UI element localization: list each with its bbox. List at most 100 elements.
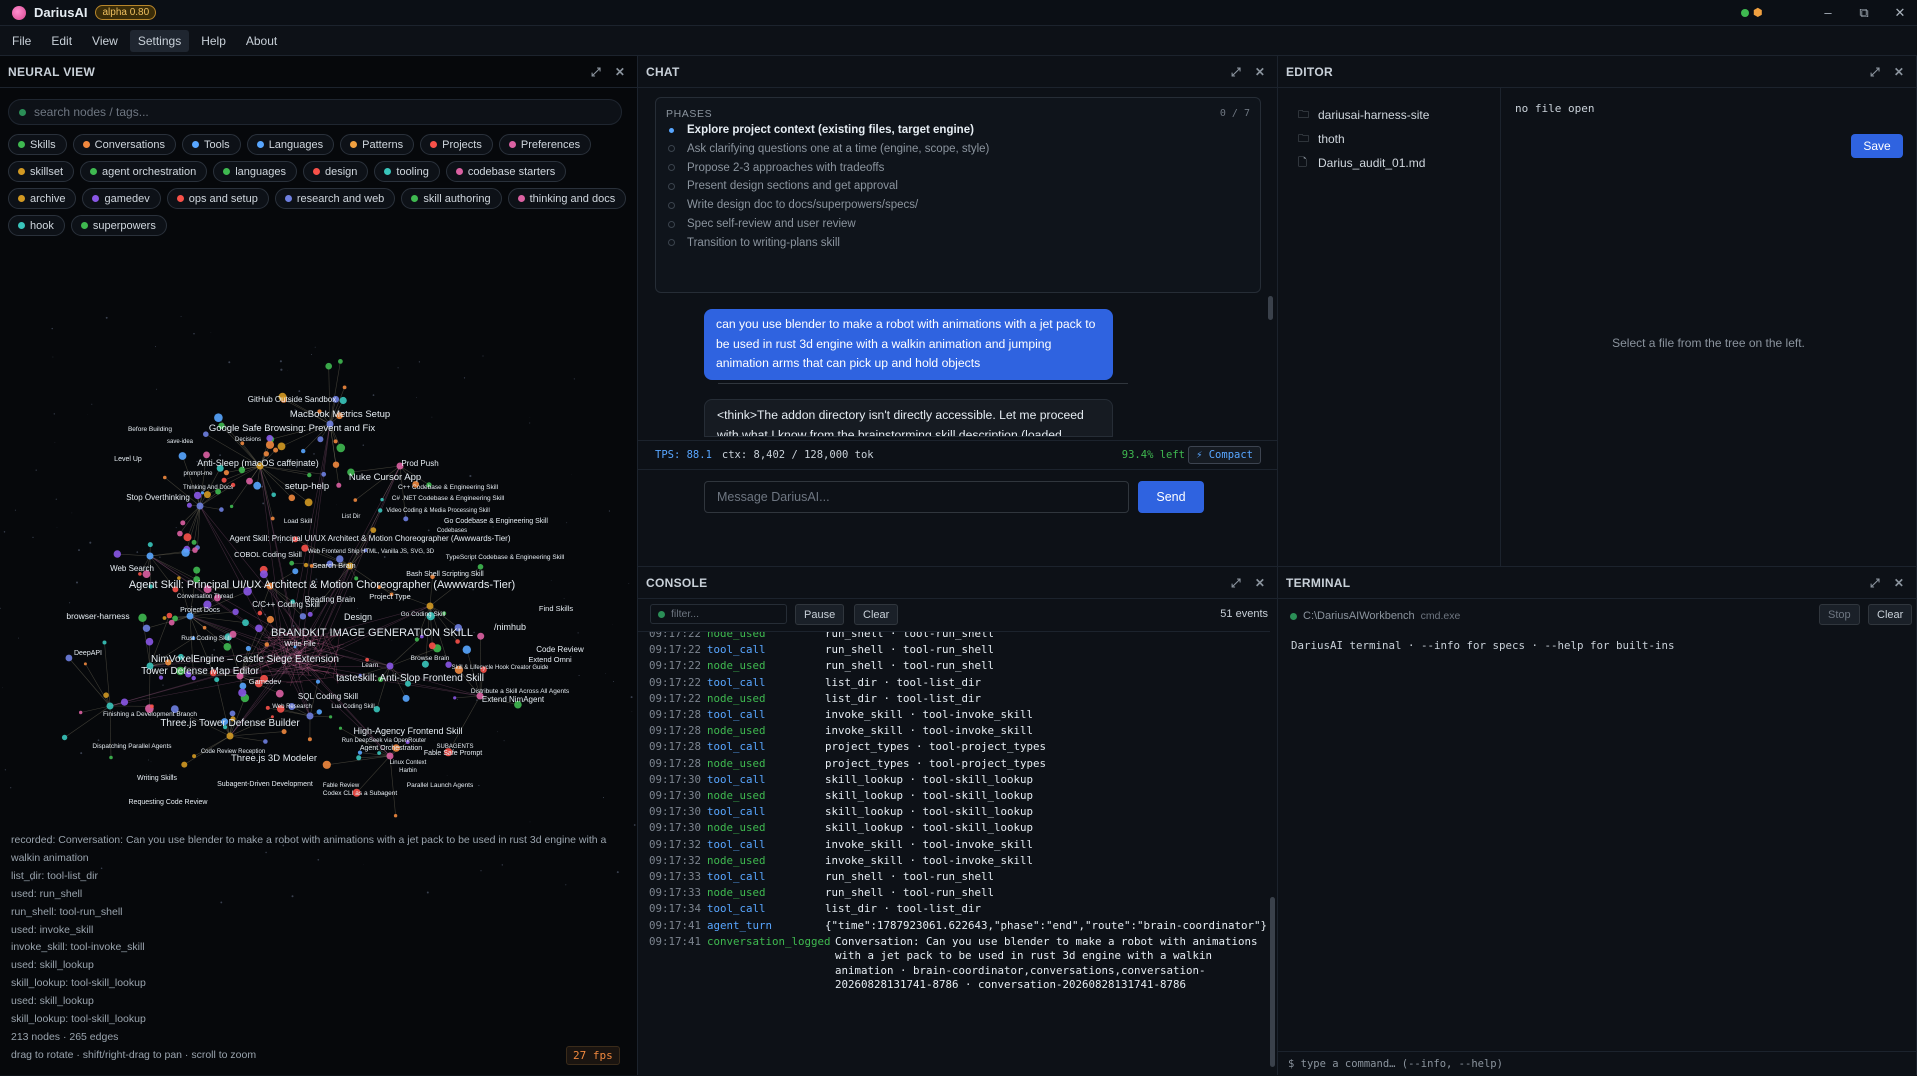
- tag-filter[interactable]: Preferences: [499, 134, 591, 155]
- tag-filter[interactable]: Patterns: [340, 134, 414, 155]
- tag-filter[interactable]: thinking and docs: [508, 188, 627, 209]
- menu-view[interactable]: View: [84, 30, 126, 52]
- menu-settings[interactable]: Settings: [130, 30, 189, 52]
- console-filter-input[interactable]: [671, 608, 781, 620]
- graph-node[interactable]: [478, 564, 484, 570]
- graph-node[interactable]: [148, 542, 153, 547]
- graph-node[interactable]: [267, 616, 274, 623]
- graph-node[interactable]: [337, 444, 346, 453]
- tag-filter[interactable]: skillset: [8, 161, 74, 182]
- graph-node[interactable]: [301, 449, 305, 453]
- clear-button[interactable]: Clear: [1868, 604, 1912, 625]
- graph-node[interactable]: [266, 435, 273, 442]
- graph-node[interactable]: [289, 495, 296, 502]
- graph-node[interactable]: [304, 563, 308, 567]
- graph-node[interactable]: [370, 527, 376, 533]
- tag-filter[interactable]: languages: [213, 161, 297, 182]
- minimize-icon[interactable]: –: [1819, 4, 1837, 22]
- graph-node[interactable]: [201, 491, 204, 494]
- graph-node[interactable]: [339, 727, 342, 730]
- graph-node[interactable]: [455, 639, 460, 644]
- message-input[interactable]: [704, 481, 1129, 513]
- graph-node[interactable]: [193, 567, 200, 574]
- graph-node[interactable]: [197, 503, 204, 510]
- graph-node[interactable]: [203, 626, 207, 630]
- graph-node[interactable]: [477, 633, 484, 640]
- graph-node[interactable]: [103, 641, 107, 645]
- graph-node[interactable]: [192, 754, 196, 758]
- graph-node[interactable]: [453, 696, 456, 699]
- tag-filter[interactable]: gamedev: [82, 188, 160, 209]
- graph-node[interactable]: [230, 505, 233, 508]
- graph-node[interactable]: [305, 499, 313, 507]
- graph-node[interactable]: [167, 613, 173, 619]
- expand-icon[interactable]: ⤢: [1868, 65, 1882, 79]
- menu-file[interactable]: File: [4, 30, 39, 52]
- expand-icon[interactable]: ⤢: [1229, 576, 1243, 590]
- pause-button[interactable]: Pause: [795, 604, 844, 625]
- menu-help[interactable]: Help: [193, 30, 234, 52]
- graph-node[interactable]: [192, 540, 197, 545]
- close-icon[interactable]: ✕: [1253, 65, 1267, 79]
- tag-filter[interactable]: tooling: [374, 161, 439, 182]
- graph-node[interactable]: [107, 703, 114, 710]
- tag-filter[interactable]: archive: [8, 188, 76, 209]
- graph-node[interactable]: [263, 739, 268, 744]
- menu-edit[interactable]: Edit: [43, 30, 80, 52]
- graph-node[interactable]: [264, 451, 269, 456]
- graph-node[interactable]: [317, 436, 323, 442]
- graph-node[interactable]: [266, 706, 270, 710]
- graph-node[interactable]: [333, 462, 339, 468]
- graph-node[interactable]: [387, 753, 394, 760]
- graph-node[interactable]: [308, 612, 313, 617]
- graph-node[interactable]: [292, 568, 298, 574]
- tag-filter[interactable]: Skills: [8, 134, 67, 155]
- graph-node[interactable]: [289, 561, 294, 566]
- graph-node[interactable]: [427, 603, 434, 610]
- graph-node[interactable]: [253, 482, 261, 490]
- node-search-input[interactable]: [34, 105, 594, 119]
- graph-node[interactable]: [138, 614, 146, 622]
- graph-node[interactable]: [308, 737, 312, 741]
- tag-filter[interactable]: Projects: [420, 134, 493, 155]
- graph-node[interactable]: [343, 386, 347, 390]
- close-icon[interactable]: ✕: [1892, 576, 1906, 590]
- graph-node[interactable]: [187, 503, 192, 508]
- tag-filter[interactable]: agent orchestration: [80, 161, 207, 182]
- graph-node[interactable]: [150, 704, 154, 708]
- graph-node[interactable]: [323, 761, 331, 769]
- close-icon[interactable]: ✕: [613, 65, 627, 79]
- graph-node[interactable]: [66, 655, 73, 662]
- tag-filter[interactable]: Tools: [182, 134, 241, 155]
- close-icon[interactable]: ✕: [1253, 576, 1267, 590]
- graph-node[interactable]: [194, 492, 201, 499]
- graph-node[interactable]: [184, 533, 192, 541]
- graph-node[interactable]: [255, 625, 263, 633]
- close-window-icon[interactable]: ✕: [1891, 4, 1909, 22]
- graph-node[interactable]: [224, 470, 229, 475]
- graph-node[interactable]: [394, 814, 397, 817]
- graph-node[interactable]: [340, 397, 347, 404]
- graph-node[interactable]: [62, 735, 67, 740]
- tag-filter[interactable]: Languages: [247, 134, 334, 155]
- graph-node[interactable]: [380, 498, 383, 501]
- tree-item-folder[interactable]: 🗀 thoth: [1298, 132, 1345, 146]
- graph-node[interactable]: [230, 711, 236, 717]
- graph-node[interactable]: [192, 547, 198, 553]
- chat-scrollbar[interactable]: [1268, 296, 1273, 320]
- graph-node[interactable]: [109, 756, 113, 760]
- graph-node[interactable]: [222, 478, 227, 483]
- tag-filter[interactable]: codebase starters: [446, 161, 566, 182]
- tree-item-folder[interactable]: 🗀 dariusai-harness-site: [1298, 108, 1429, 122]
- graph-node[interactable]: [204, 491, 211, 498]
- graph-node[interactable]: [258, 611, 263, 616]
- graph-node[interactable]: [224, 643, 232, 651]
- graph-node[interactable]: [177, 531, 183, 537]
- graph-node[interactable]: [242, 619, 249, 626]
- graph-node[interactable]: [163, 476, 167, 480]
- graph-node[interactable]: [169, 620, 175, 626]
- graph-node[interactable]: [79, 711, 82, 714]
- graph-node[interactable]: [238, 689, 246, 697]
- graph-node[interactable]: [179, 452, 187, 460]
- maximize-icon[interactable]: ⧉: [1855, 4, 1873, 22]
